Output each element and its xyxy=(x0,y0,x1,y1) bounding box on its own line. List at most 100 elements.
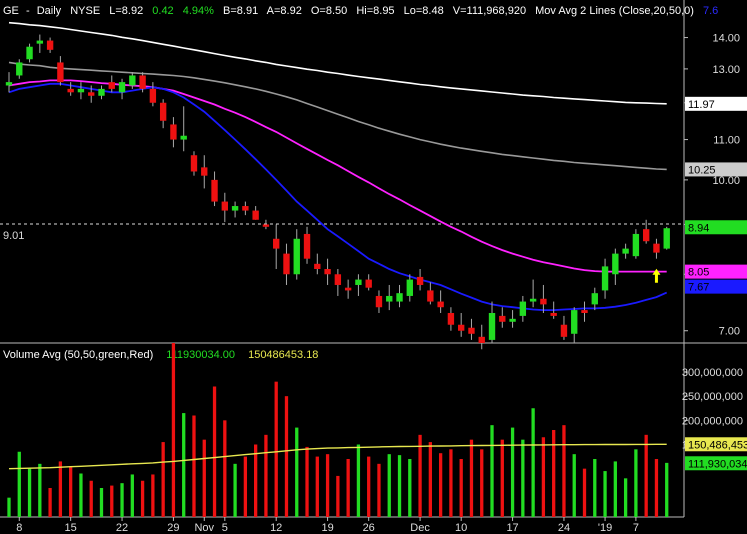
volume-bar xyxy=(305,446,309,517)
volume-bar xyxy=(48,488,52,517)
candle-body xyxy=(416,276,424,285)
low-price: Lo=8.48 xyxy=(404,5,444,17)
volume-bar xyxy=(212,386,217,517)
volume-bar xyxy=(233,463,237,517)
candle-body xyxy=(642,229,650,242)
volume-bar xyxy=(243,456,248,517)
candle-body xyxy=(190,155,198,172)
value-tag-sma50: 8.05 xyxy=(688,267,709,279)
candle-body xyxy=(88,92,95,96)
volume-bar xyxy=(418,434,422,517)
volume-bar xyxy=(79,473,83,517)
time-tick-label: Dec xyxy=(410,522,430,534)
volume-bar xyxy=(428,442,432,517)
candle-body xyxy=(478,336,485,343)
volume-bar xyxy=(531,408,535,517)
candle-body xyxy=(211,179,218,202)
time-tick-label: 19 xyxy=(321,522,333,534)
symbol: GE xyxy=(3,5,19,17)
volume-bar xyxy=(346,459,350,517)
interval: Daily xyxy=(37,5,62,17)
bid-price: B=8.91 xyxy=(223,5,258,17)
candle-body xyxy=(283,253,290,275)
value-tag-sma20: 7.67 xyxy=(688,282,709,294)
volume-tick-label: 300,000,000 xyxy=(682,367,743,379)
candle-body xyxy=(108,82,115,89)
candle-body xyxy=(16,62,23,76)
volume-bar xyxy=(38,463,42,517)
candle-body xyxy=(26,46,33,60)
price-change-pct: 4.94% xyxy=(183,5,214,17)
volume-bar xyxy=(274,381,278,517)
time-tick-label: Nov xyxy=(194,522,214,534)
volume-bar xyxy=(510,427,515,517)
volume-layer xyxy=(7,343,669,517)
last-price: L=8.92 xyxy=(109,5,143,17)
volume-bar xyxy=(99,488,104,517)
time-tick-label: 8 xyxy=(16,522,22,534)
candle-body xyxy=(488,312,496,340)
candle-body xyxy=(344,287,352,291)
price-tick-label: 11.00 xyxy=(713,135,740,147)
candle-body xyxy=(386,295,393,302)
candle-body xyxy=(46,40,54,50)
candle-body xyxy=(201,167,208,176)
volume-bar xyxy=(634,449,638,517)
candle-body xyxy=(447,312,455,325)
candle-body xyxy=(591,293,598,305)
volume-bar xyxy=(202,439,206,517)
volume-bar xyxy=(469,439,474,517)
volume-bar xyxy=(192,415,196,517)
candle-body xyxy=(612,253,619,275)
volume-value: V=111,968,920 xyxy=(453,5,526,17)
study-name: Mov Avg 2 Lines (Close,20,50,0) xyxy=(535,5,694,17)
candle-body xyxy=(406,279,413,296)
volume-bar xyxy=(223,420,227,517)
volume-bar xyxy=(613,461,617,517)
candle-body xyxy=(663,228,670,249)
time-tick-label: 24 xyxy=(558,522,570,534)
value-tag-price: 8.94 xyxy=(688,222,709,234)
volume-bar xyxy=(171,343,176,517)
candle-body xyxy=(365,279,372,288)
ask-price: A=8.92 xyxy=(267,5,302,17)
volume-bar xyxy=(500,439,504,517)
candle-body xyxy=(273,238,280,249)
volume-bar xyxy=(593,459,597,517)
volume-bar xyxy=(562,425,566,517)
value-tag-sma_gray: 10.25 xyxy=(688,164,716,176)
volume-avg-line xyxy=(8,443,667,470)
time-tick-label: 10 xyxy=(455,522,467,534)
candle-body xyxy=(303,233,311,259)
volume-bar xyxy=(665,462,669,517)
time-tick-label: 29 xyxy=(167,522,179,534)
time-tick-label: 12 xyxy=(270,522,282,534)
volume-bar xyxy=(161,442,165,517)
sma50-line xyxy=(8,79,667,273)
volume-bar xyxy=(397,455,402,517)
candle-body xyxy=(334,274,342,285)
volume-bar xyxy=(552,430,556,517)
volume-value-1: 111930034.00 xyxy=(166,349,235,361)
candle-body xyxy=(242,206,249,211)
candle-body xyxy=(355,279,362,285)
reference-line-label: 9.01 xyxy=(3,230,24,242)
chart-canvas[interactable]: GE - Daily NYSE L=8.92 0.42 4.94% B=8.91… xyxy=(0,0,747,534)
open-price: O=8.50 xyxy=(311,5,347,17)
volume-bar xyxy=(541,437,546,517)
candle-body xyxy=(457,324,465,331)
time-tick-label: 5 xyxy=(222,522,228,534)
volume-bar xyxy=(438,453,443,517)
volume-bar xyxy=(654,459,659,517)
time-tick-label: 22 xyxy=(116,522,128,534)
candle-body xyxy=(262,224,270,227)
volume-bar xyxy=(572,454,576,517)
volume-bar xyxy=(284,396,289,517)
time-tick-label: 7 xyxy=(633,522,639,534)
volume-study-label: Volume Avg (50,50,green,Red) xyxy=(3,349,153,361)
volume-bar xyxy=(7,497,11,517)
candle-body xyxy=(129,75,136,86)
price-layer xyxy=(5,21,670,350)
stock-chart[interactable]: GE - Daily NYSE L=8.92 0.42 4.94% B=8.91… xyxy=(0,0,747,534)
candle-body xyxy=(118,82,126,93)
